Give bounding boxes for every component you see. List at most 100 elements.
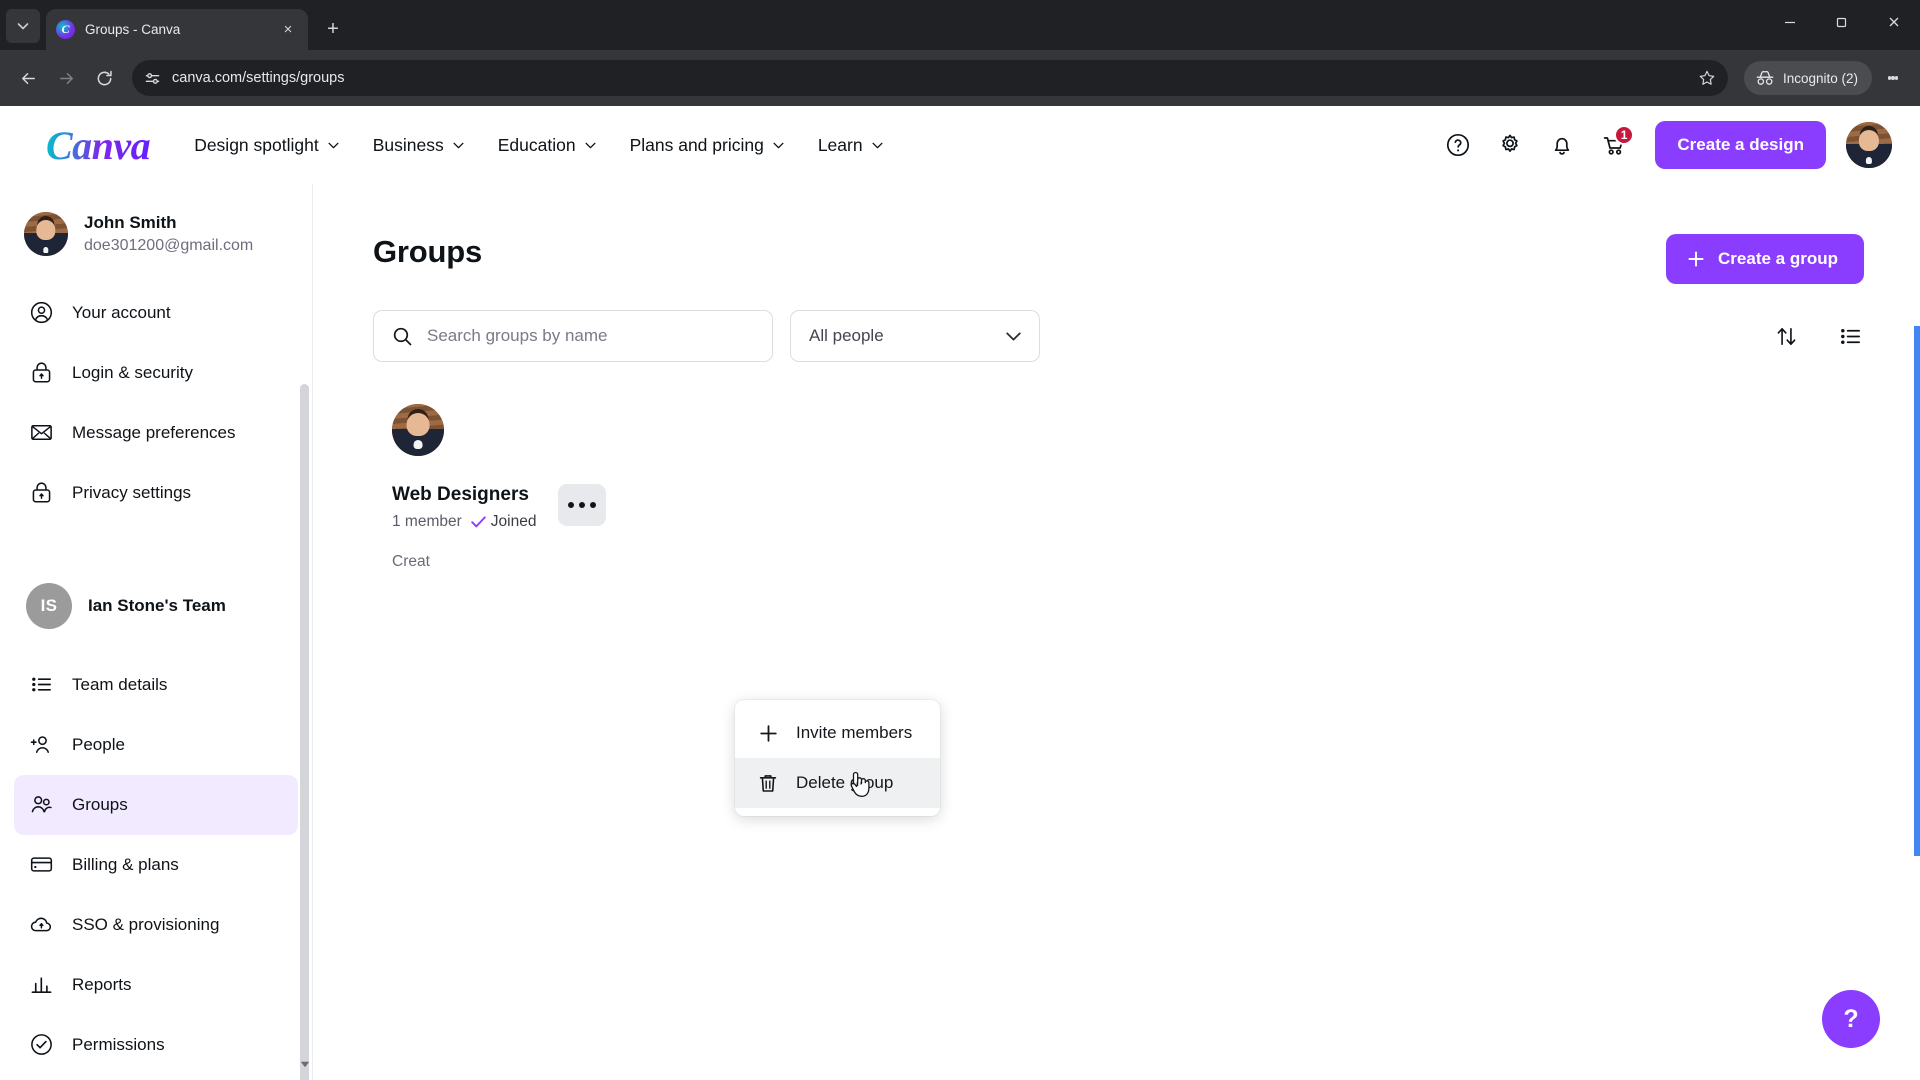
arrow-left-icon — [21, 72, 35, 84]
sidebar-item-login-security[interactable]: Login & security — [14, 343, 298, 403]
nav-item-education[interactable]: Education — [498, 135, 596, 156]
list-view-icon — [1840, 328, 1860, 344]
tab-search-button[interactable] — [6, 9, 40, 43]
sidebar-team-nav: Team details People Groups Billing & pla… — [0, 639, 312, 1075]
page-scrollbar-track[interactable] — [1914, 326, 1920, 856]
nav-label: Design spotlight — [194, 134, 319, 155]
minimize-button[interactable] — [1764, 0, 1816, 44]
page-title: Groups — [373, 234, 483, 269]
header-actions: 1 Create a design — [1435, 121, 1892, 169]
sidebar-user-text: John Smith doe301200@gmail.com — [84, 212, 253, 257]
nav-item-plans-and-pricing[interactable]: Plans and pricing — [630, 135, 784, 156]
header-avatar[interactable] — [1846, 122, 1892, 168]
group-options-button[interactable] — [558, 484, 607, 526]
search-groups-field[interactable]: Search groups by name — [373, 310, 773, 362]
notifications-bell-icon — [1555, 137, 1570, 155]
nav-item-learn[interactable]: Learn — [818, 135, 883, 156]
sidebar-item-people[interactable]: People — [14, 715, 298, 775]
search-icon — [393, 327, 412, 345]
tab-close-icon[interactable]: × — [278, 20, 298, 40]
browser-menu-button[interactable] — [1876, 61, 1910, 95]
new-tab-button[interactable]: + — [318, 14, 348, 44]
groups-header-row: Groups Create a group — [373, 234, 1864, 284]
person-circle-icon — [28, 300, 54, 326]
sidebar-user-block[interactable]: John Smith doe301200@gmail.com — [0, 202, 312, 267]
sidebar-item-label: Billing & plans — [72, 854, 179, 874]
list-details-icon — [28, 672, 54, 698]
address-bar[interactable]: canva.com/settings/groups — [132, 60, 1728, 96]
check-icon — [471, 516, 486, 528]
sidebar-scrollbar-thumb[interactable] — [300, 384, 309, 1080]
group-card[interactable]: Web Designers 1 member Joined Creat — [373, 404, 683, 571]
create-a-group-button[interactable]: Create a group — [1666, 234, 1864, 284]
sidebar-team-block[interactable]: IS Ian Stone's Team — [0, 567, 312, 639]
sort-button[interactable] — [1772, 322, 1800, 350]
settings-gear-icon — [1502, 134, 1519, 153]
sidebar-item-label: Message preferences — [72, 422, 236, 442]
list-view-button[interactable] — [1836, 322, 1864, 350]
chevron-down-icon — [1006, 332, 1021, 341]
nav-label: Business — [372, 134, 444, 155]
bookmark-button[interactable] — [1698, 69, 1716, 87]
reload-icon — [97, 70, 112, 85]
people-filter-select[interactable]: All people — [790, 310, 1040, 362]
sidebar-item-label: Privacy settings — [72, 482, 192, 502]
groups-main-panel: Groups Create a group Search groups by n… — [313, 184, 1920, 1080]
nav-item-design-spotlight[interactable]: Design spotlight — [194, 135, 339, 156]
sidebar-item-groups[interactable]: Groups — [14, 774, 298, 835]
group-joined-badge: Joined — [471, 513, 537, 531]
sidebar-item-team-details[interactable]: Team details — [14, 655, 298, 715]
sidebar-item-reports[interactable]: Reports — [14, 955, 298, 1015]
cart-badge: 1 — [1613, 125, 1635, 145]
page-body: John Smith doe301200@gmail.com Your acco… — [0, 184, 1920, 1080]
check-circle-icon — [28, 1032, 54, 1058]
close-window-button[interactable] — [1868, 0, 1920, 44]
sidebar-item-sso-provisioning[interactable]: SSO & provisioning — [14, 895, 298, 955]
sidebar-item-your-account[interactable]: Your account — [14, 283, 298, 343]
back-button[interactable] — [10, 60, 46, 96]
chevron-down-icon — [585, 142, 596, 148]
lock-icon — [28, 480, 54, 506]
close-icon — [1889, 17, 1899, 27]
nav-item-business[interactable]: Business — [373, 135, 464, 156]
sidebar-user-name: John Smith — [84, 213, 177, 232]
browser-tabstrip: C Groups - Canva × + — [0, 0, 1920, 50]
trash-icon — [757, 772, 779, 794]
team-name: Ian Stone's Team — [88, 595, 226, 615]
create-a-design-button[interactable]: Create a design — [1655, 121, 1826, 169]
reload-button[interactable] — [86, 60, 122, 96]
menu-item-invite-members[interactable]: Invite members — [735, 708, 940, 758]
sidebar-item-billing-plans[interactable]: Billing & plans — [14, 835, 298, 895]
groups-view-tools — [1772, 322, 1864, 350]
arrow-right-icon — [59, 72, 73, 84]
sidebar-item-privacy-settings[interactable]: Privacy settings — [14, 463, 298, 523]
group-avatar — [392, 404, 444, 456]
create-group-label: Create a group — [1718, 249, 1838, 268]
forward-button[interactable] — [48, 60, 84, 96]
notifications-button[interactable] — [1539, 122, 1585, 168]
chevron-down-icon — [17, 23, 29, 30]
settings-button[interactable] — [1487, 122, 1533, 168]
site-settings-icon — [145, 72, 160, 84]
plus-icon — [1688, 251, 1704, 267]
sidebar-account-nav: Your account Login & security Message pr… — [0, 267, 312, 523]
group-name: Web Designers — [392, 484, 529, 505]
nav-label: Learn — [817, 134, 863, 155]
sidebar-scroll-down-arrow[interactable] — [299, 1059, 310, 1070]
sidebar-item-permissions[interactable]: Permissions — [14, 1015, 298, 1075]
incognito-indicator[interactable]: Incognito (2) — [1743, 61, 1872, 95]
lock-icon — [28, 360, 54, 386]
help-floating-button[interactable]: ? — [1822, 990, 1880, 1048]
cart-button[interactable]: 1 — [1591, 122, 1637, 168]
sidebar-item-message-preferences[interactable]: Message preferences — [14, 403, 298, 463]
url-text: canva.com/settings/groups — [172, 70, 345, 86]
mouse-cursor-pointer — [846, 770, 872, 800]
bar-chart-icon — [28, 972, 54, 998]
menu-item-delete-group[interactable]: Delete group — [735, 758, 940, 808]
joined-label: Joined — [490, 513, 537, 530]
help-button[interactable] — [1435, 122, 1481, 168]
maximize-button[interactable] — [1816, 0, 1868, 44]
canva-logo[interactable]: Canva — [46, 122, 151, 169]
group-created-text: Creat — [392, 553, 430, 570]
browser-tab[interactable]: C Groups - Canva × — [46, 9, 308, 50]
